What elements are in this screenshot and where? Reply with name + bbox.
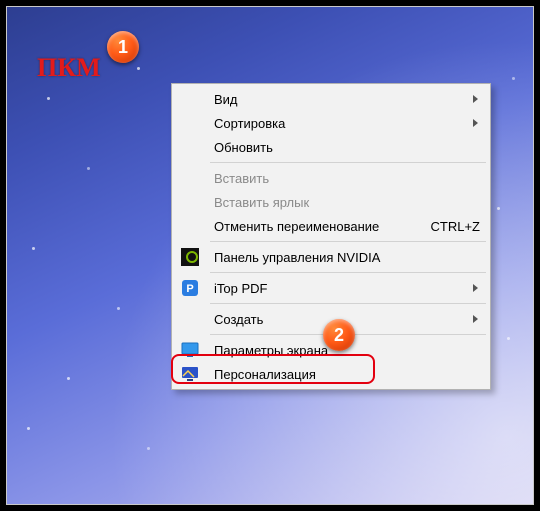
- annotation-badge-1: 1: [107, 31, 139, 63]
- nvidia-icon: [180, 247, 200, 267]
- menu-separator: [210, 303, 486, 304]
- menu-item-label: Вставить: [214, 171, 269, 186]
- display-icon: [180, 340, 200, 360]
- menu-separator: [210, 162, 486, 163]
- menu-item-view[interactable]: Вид: [174, 87, 488, 111]
- svg-text:P: P: [186, 283, 193, 295]
- chevron-right-icon: [473, 95, 478, 103]
- menu-item-label: Отменить переименование: [214, 219, 379, 234]
- menu-item-label: Вставить ярлык: [214, 195, 309, 210]
- menu-item-label: Создать: [214, 312, 263, 327]
- menu-item-label: Обновить: [214, 140, 273, 155]
- annotation-badge-2: 2: [323, 319, 355, 351]
- menu-shortcut: CTRL+Z: [431, 219, 480, 234]
- menu-item-paste-shortcut: Вставить ярлык: [174, 190, 488, 214]
- menu-item-label: Панель управления NVIDIA: [214, 250, 380, 265]
- menu-item-itop-pdf[interactable]: P iTop PDF: [174, 276, 488, 300]
- personalize-icon: [180, 364, 200, 384]
- itop-pdf-icon: P: [180, 278, 200, 298]
- menu-item-label: Параметры экрана: [214, 343, 328, 358]
- menu-item-label: iTop PDF: [214, 281, 267, 296]
- menu-item-undo-rename[interactable]: Отменить переименование CTRL+Z: [174, 214, 488, 238]
- menu-item-label: Вид: [214, 92, 238, 107]
- menu-separator: [210, 241, 486, 242]
- menu-item-refresh[interactable]: Обновить: [174, 135, 488, 159]
- annotation-pkm-label: ПКМ: [37, 53, 101, 83]
- chevron-right-icon: [473, 119, 478, 127]
- chevron-right-icon: [473, 315, 478, 323]
- menu-item-paste: Вставить: [174, 166, 488, 190]
- menu-item-personalize[interactable]: Персонализация: [174, 362, 488, 386]
- menu-item-label: Персонализация: [214, 367, 316, 382]
- chevron-right-icon: [473, 284, 478, 292]
- menu-separator: [210, 272, 486, 273]
- menu-item-label: Сортировка: [214, 116, 285, 131]
- menu-item-sort[interactable]: Сортировка: [174, 111, 488, 135]
- menu-item-nvidia[interactable]: Панель управления NVIDIA: [174, 245, 488, 269]
